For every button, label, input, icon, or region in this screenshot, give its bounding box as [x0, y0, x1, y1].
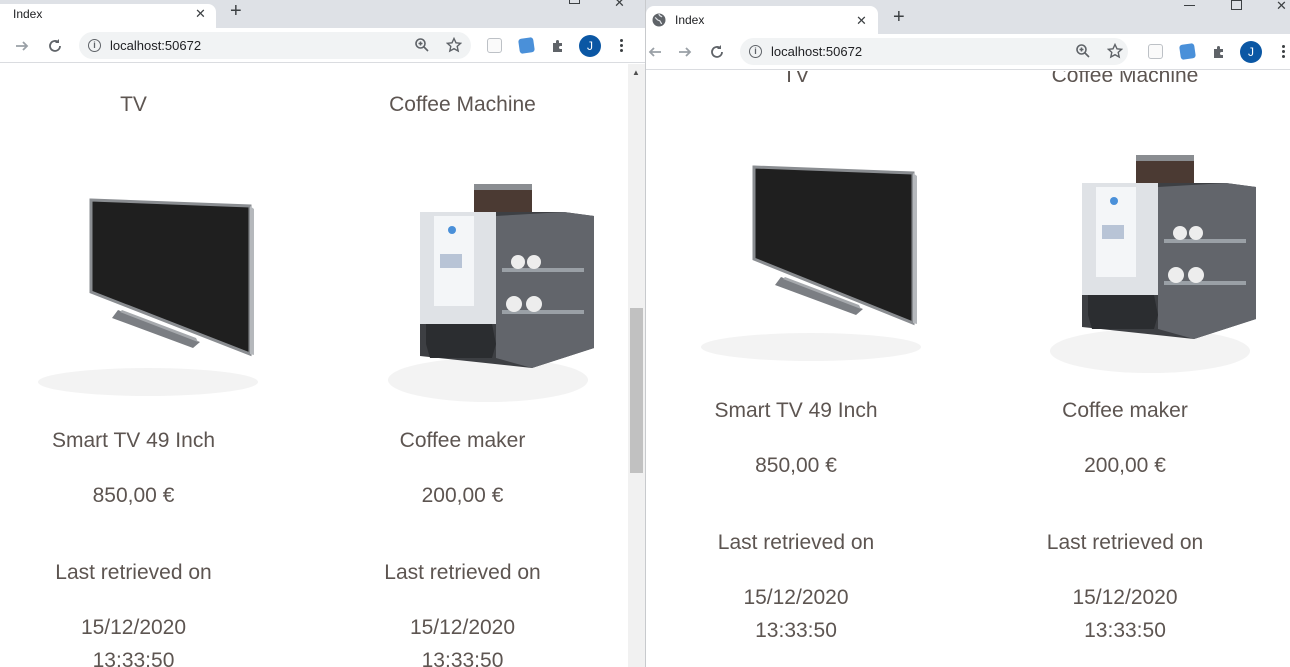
retrieved-time: 13:33:50: [755, 619, 837, 642]
product-card: Coffee Machine Coffee maker 200,00 € Las…: [328, 64, 597, 667]
zoom-icon[interactable]: [1074, 42, 1092, 60]
avatar[interactable]: J: [1240, 41, 1262, 63]
forward-icon[interactable]: [13, 37, 31, 55]
globe-icon: [652, 13, 666, 27]
scroll-thumb[interactable]: [630, 308, 643, 473]
product-category: TV: [120, 93, 147, 116]
tab-index[interactable]: Index ✕: [646, 6, 878, 34]
close-icon[interactable]: ✕: [195, 7, 206, 20]
product-card: Coffee Machine Coffee maker 200,00 € Las…: [990, 71, 1260, 667]
product-name: Coffee maker: [399, 429, 526, 452]
product-category: Coffee Machine: [1051, 71, 1199, 87]
product-card: TV Smart TV 49 Inch 850,00 € Last retrie…: [661, 71, 931, 667]
tab-strip: Index ✕ + ✕: [0, 0, 645, 28]
page-content: TV Smart TV 49 Inch 850,00 € Last retrie…: [0, 64, 645, 667]
info-icon[interactable]: i: [88, 39, 101, 52]
close-window-icon[interactable]: ✕: [614, 0, 625, 9]
tab-title: Index: [675, 13, 705, 27]
extension-icon[interactable]: [1148, 44, 1163, 59]
address-bar[interactable]: i localhost:50672: [740, 38, 1128, 65]
retrieved-date: 15/12/2020: [409, 616, 516, 639]
retrieved-date: 15/12/2020: [743, 586, 849, 609]
address-bar[interactable]: i localhost:50672: [79, 32, 471, 59]
close-window-icon[interactable]: ✕: [1276, 0, 1287, 12]
tv-image: [701, 165, 921, 361]
extension-icon[interactable]: [487, 38, 502, 53]
star-icon[interactable]: [445, 36, 463, 54]
plus-icon[interactable]: +: [893, 7, 905, 27]
extension-blue-icon[interactable]: [518, 37, 535, 54]
reload-icon[interactable]: [46, 37, 64, 55]
close-icon[interactable]: ✕: [856, 14, 867, 27]
maximize-icon[interactable]: [569, 0, 580, 4]
star-icon[interactable]: [1106, 42, 1124, 60]
avatar[interactable]: J: [579, 35, 601, 57]
product-price: 200,00 €: [421, 484, 504, 507]
back-icon[interactable]: [646, 43, 664, 61]
maximize-icon[interactable]: [1231, 0, 1242, 10]
retrieved-label: Last retrieved on: [1046, 531, 1204, 554]
product-price: 850,00 €: [92, 484, 175, 507]
retrieved-time: 13:33:50: [1084, 619, 1166, 642]
right-browser-window: Index ✕ + ✕ i localhost:50672 J TV Smart…: [645, 0, 1290, 667]
product-card: TV Smart TV 49 Inch 850,00 € Last retrie…: [0, 64, 267, 667]
retrieved-label: Last retrieved on: [384, 561, 541, 584]
product-price: 200,00 €: [1084, 454, 1166, 477]
extension-blue-icon[interactable]: [1179, 43, 1196, 60]
tab-strip: Index ✕ + ✕: [646, 0, 1290, 34]
retrieved-label: Last retrieved on: [717, 531, 875, 554]
url-text: localhost:50672: [110, 38, 202, 53]
product-name: Smart TV 49 Inch: [51, 429, 216, 452]
retrieved-time: 13:33:50: [421, 649, 504, 667]
product-price: 850,00 €: [755, 454, 837, 477]
puzzle-icon[interactable]: [1210, 43, 1228, 61]
minimize-icon[interactable]: [1184, 5, 1195, 6]
browser-toolbar: i localhost:50672 J: [0, 28, 645, 63]
tv-image: [38, 198, 258, 396]
menu-icon[interactable]: [1282, 44, 1286, 60]
menu-icon[interactable]: [620, 38, 624, 54]
plus-icon[interactable]: +: [230, 1, 242, 21]
product-name: Smart TV 49 Inch: [714, 399, 878, 422]
product-category: Coffee Machine: [389, 93, 536, 116]
reload-icon[interactable]: [708, 43, 726, 61]
tab-index[interactable]: Index ✕: [0, 4, 216, 28]
page-content: TV Smart TV 49 Inch 850,00 € Last retrie…: [646, 71, 1290, 667]
coffee-machine-image: [1050, 155, 1256, 373]
coffee-machine-image: [388, 184, 594, 402]
retrieved-label: Last retrieved on: [55, 561, 212, 584]
url-text: localhost:50672: [771, 44, 863, 59]
retrieved-date: 15/12/2020: [1072, 586, 1178, 609]
zoom-icon[interactable]: [413, 36, 431, 54]
tab-title: Index: [13, 7, 43, 21]
left-browser-window: Index ✕ + ✕ i localhost:50672 J TV Smart…: [0, 0, 645, 667]
product-category: TV: [782, 71, 810, 87]
forward-icon[interactable]: [676, 43, 694, 61]
retrieved-date: 15/12/2020: [80, 616, 187, 639]
browser-toolbar: i localhost:50672 J: [646, 34, 1290, 70]
vertical-scrollbar[interactable]: ▲: [628, 64, 645, 667]
product-name: Coffee maker: [1062, 399, 1188, 422]
scroll-up-arrow-icon[interactable]: ▲: [632, 68, 640, 77]
puzzle-icon[interactable]: [549, 37, 567, 55]
retrieved-time: 13:33:50: [92, 649, 175, 667]
info-icon[interactable]: i: [749, 45, 762, 58]
